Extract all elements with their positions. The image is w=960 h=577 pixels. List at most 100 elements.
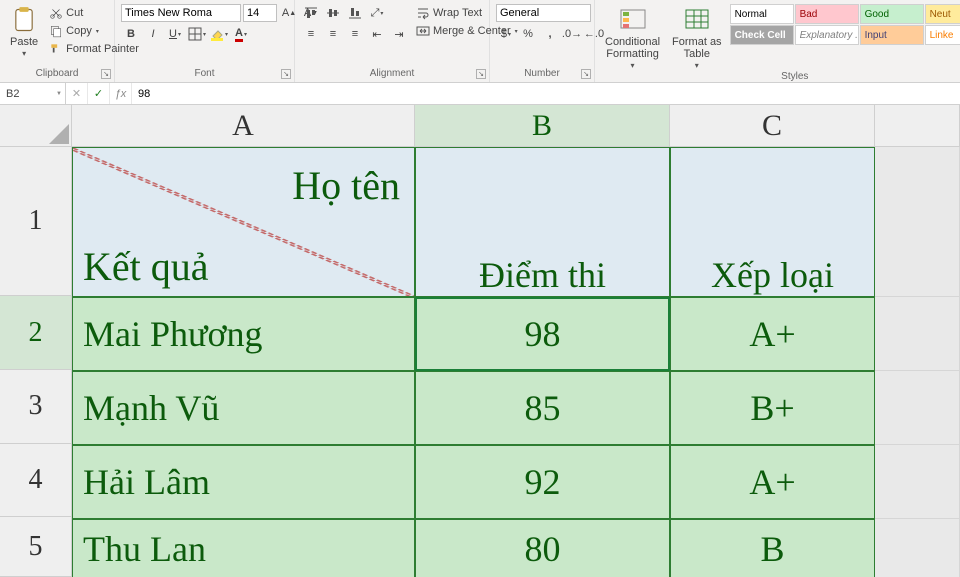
ribbon: Paste ▾ Cut Copy▾ Format Painter Clipboa…	[0, 0, 960, 83]
row-headers: 1 2 3 4 5	[0, 147, 72, 577]
column-headers: A B C	[72, 105, 960, 147]
cell-C5[interactable]: B	[670, 519, 875, 577]
cell-B2[interactable]: 98	[415, 297, 670, 371]
cell-A2[interactable]: Mai Phương	[72, 297, 415, 371]
alignment-expand-icon[interactable]: ↘	[476, 69, 486, 79]
row-header-5[interactable]: 5	[0, 517, 72, 577]
cut-label: Cut	[66, 7, 83, 19]
group-font: A▲ A▼ B I U▾ ▾ ▾ A▾ Font↘	[115, 0, 295, 82]
font-color-button[interactable]: A▾	[231, 25, 251, 43]
style-linked-cell[interactable]: Linke	[925, 25, 960, 45]
format-as-table-button[interactable]: Format as Table▾	[668, 4, 726, 71]
row-header-3[interactable]: 3	[0, 370, 72, 444]
cell-A3[interactable]: Mạnh Vũ	[72, 371, 415, 445]
style-check-cell[interactable]: Check Cell	[730, 25, 794, 45]
fx-icon[interactable]: ƒx	[110, 83, 132, 104]
number-format-combo[interactable]	[496, 4, 591, 22]
increase-decimal-button[interactable]: .0→	[562, 25, 582, 43]
comma-format-button[interactable]: ,	[540, 25, 560, 43]
alignment-group-label: Alignment	[370, 68, 414, 79]
copy-icon	[49, 24, 63, 38]
merge-icon	[416, 24, 430, 38]
scissors-icon	[49, 6, 63, 20]
font-group-label: Font	[194, 68, 214, 79]
orientation-button[interactable]: ⤢▾	[367, 4, 387, 22]
col-header-B[interactable]: B	[415, 105, 670, 147]
number-group-label: Number	[524, 68, 560, 79]
increase-indent-button[interactable]: ⇥	[389, 25, 409, 43]
paste-button[interactable]: Paste ▾	[6, 4, 42, 59]
conditional-formatting-label: Conditional Formatting	[605, 36, 660, 60]
cell-styles-gallery[interactable]: Normal Bad Good Neut Check Cell Explanat…	[730, 4, 960, 45]
align-center-button[interactable]: ≡	[323, 25, 343, 43]
conditional-formatting-icon	[619, 6, 647, 34]
style-bad[interactable]: Bad	[795, 4, 859, 24]
style-good[interactable]: Good	[860, 4, 924, 24]
bold-button[interactable]: B	[121, 25, 141, 43]
group-clipboard: Paste ▾ Cut Copy▾ Format Painter Clipboa…	[0, 0, 115, 82]
clipboard-expand-icon[interactable]: ↘	[101, 69, 111, 79]
cell-D4[interactable]	[875, 445, 960, 519]
wrap-text-icon	[416, 6, 430, 20]
col-header-C[interactable]: C	[670, 105, 875, 147]
accounting-format-button[interactable]: $▾	[496, 25, 516, 43]
select-all-corner[interactable]	[0, 105, 72, 147]
cell-D2[interactable]	[875, 297, 960, 371]
cell-grid: Họ tên Kết quả Điểm thi Xếp loại Mai Phư…	[72, 147, 960, 577]
A1-lower-label: Kết quả	[83, 243, 209, 290]
row-header-2[interactable]: 2	[0, 296, 72, 370]
paste-icon	[10, 6, 38, 34]
cell-D5[interactable]	[875, 519, 960, 577]
align-right-button[interactable]: ≡	[345, 25, 365, 43]
borders-button[interactable]: ▾	[187, 25, 207, 43]
conditional-formatting-button[interactable]: Conditional Formatting▾	[601, 4, 664, 71]
align-middle-button[interactable]	[323, 4, 343, 22]
A1-upper-label: Họ tên	[292, 162, 400, 209]
col-header-A[interactable]: A	[72, 105, 415, 147]
cell-B5[interactable]: 80	[415, 519, 670, 577]
align-left-button[interactable]: ≡	[301, 25, 321, 43]
cell-C3[interactable]: B+	[670, 371, 875, 445]
style-normal[interactable]: Normal	[730, 4, 794, 24]
fill-color-button[interactable]: ▾	[209, 25, 229, 43]
font-expand-icon[interactable]: ↘	[281, 69, 291, 79]
font-size-combo[interactable]	[243, 4, 277, 22]
cell-B3[interactable]: 85	[415, 371, 670, 445]
cell-B1[interactable]: Điểm thi	[415, 147, 670, 297]
italic-button[interactable]: I	[143, 25, 163, 43]
style-input[interactable]: Input	[860, 25, 924, 45]
cell-B4[interactable]: 92	[415, 445, 670, 519]
align-top-button[interactable]	[301, 4, 321, 22]
group-alignment: ⤢▾ ≡ ≡ ≡ ⇤ ⇥ Wrap Text Merge & Center▾	[295, 0, 490, 82]
cell-D1[interactable]	[875, 147, 960, 297]
row-header-4[interactable]: 4	[0, 444, 72, 518]
confirm-formula-icon[interactable]: ✓	[88, 83, 110, 104]
cell-A5[interactable]: Thu Lan	[72, 519, 415, 577]
copy-label: Copy	[66, 25, 92, 37]
borders-icon	[188, 27, 202, 41]
col-header-D[interactable]	[875, 105, 960, 147]
decrease-indent-button[interactable]: ⇤	[367, 25, 387, 43]
row-header-1[interactable]: 1	[0, 147, 72, 296]
table-icon	[683, 6, 711, 34]
style-explanatory[interactable]: Explanatory ...	[795, 25, 859, 45]
percent-format-button[interactable]: %	[518, 25, 538, 43]
cell-C2[interactable]: A+	[670, 297, 875, 371]
wrap-text-label: Wrap Text	[433, 7, 482, 19]
formula-input[interactable]	[132, 83, 960, 104]
cell-C4[interactable]: A+	[670, 445, 875, 519]
underline-button[interactable]: U▾	[165, 25, 185, 43]
format-as-table-label: Format as Table	[672, 36, 722, 60]
brush-icon	[49, 42, 63, 56]
worksheet[interactable]: A B C 1 2 3 4 5 Họ tên Kết quả Điểm thi …	[0, 105, 960, 577]
align-bottom-button[interactable]	[345, 4, 365, 22]
cell-A4[interactable]: Hải Lâm	[72, 445, 415, 519]
name-box[interactable]: B2	[0, 83, 66, 104]
number-expand-icon[interactable]: ↘	[581, 69, 591, 79]
cell-D3[interactable]	[875, 371, 960, 445]
font-family-combo[interactable]	[121, 4, 241, 22]
cancel-formula-icon[interactable]: ✕	[66, 83, 88, 104]
cell-C1[interactable]: Xếp loại	[670, 147, 875, 297]
cell-A1[interactable]: Họ tên Kết quả	[72, 147, 415, 297]
style-neutral[interactable]: Neut	[925, 4, 960, 24]
